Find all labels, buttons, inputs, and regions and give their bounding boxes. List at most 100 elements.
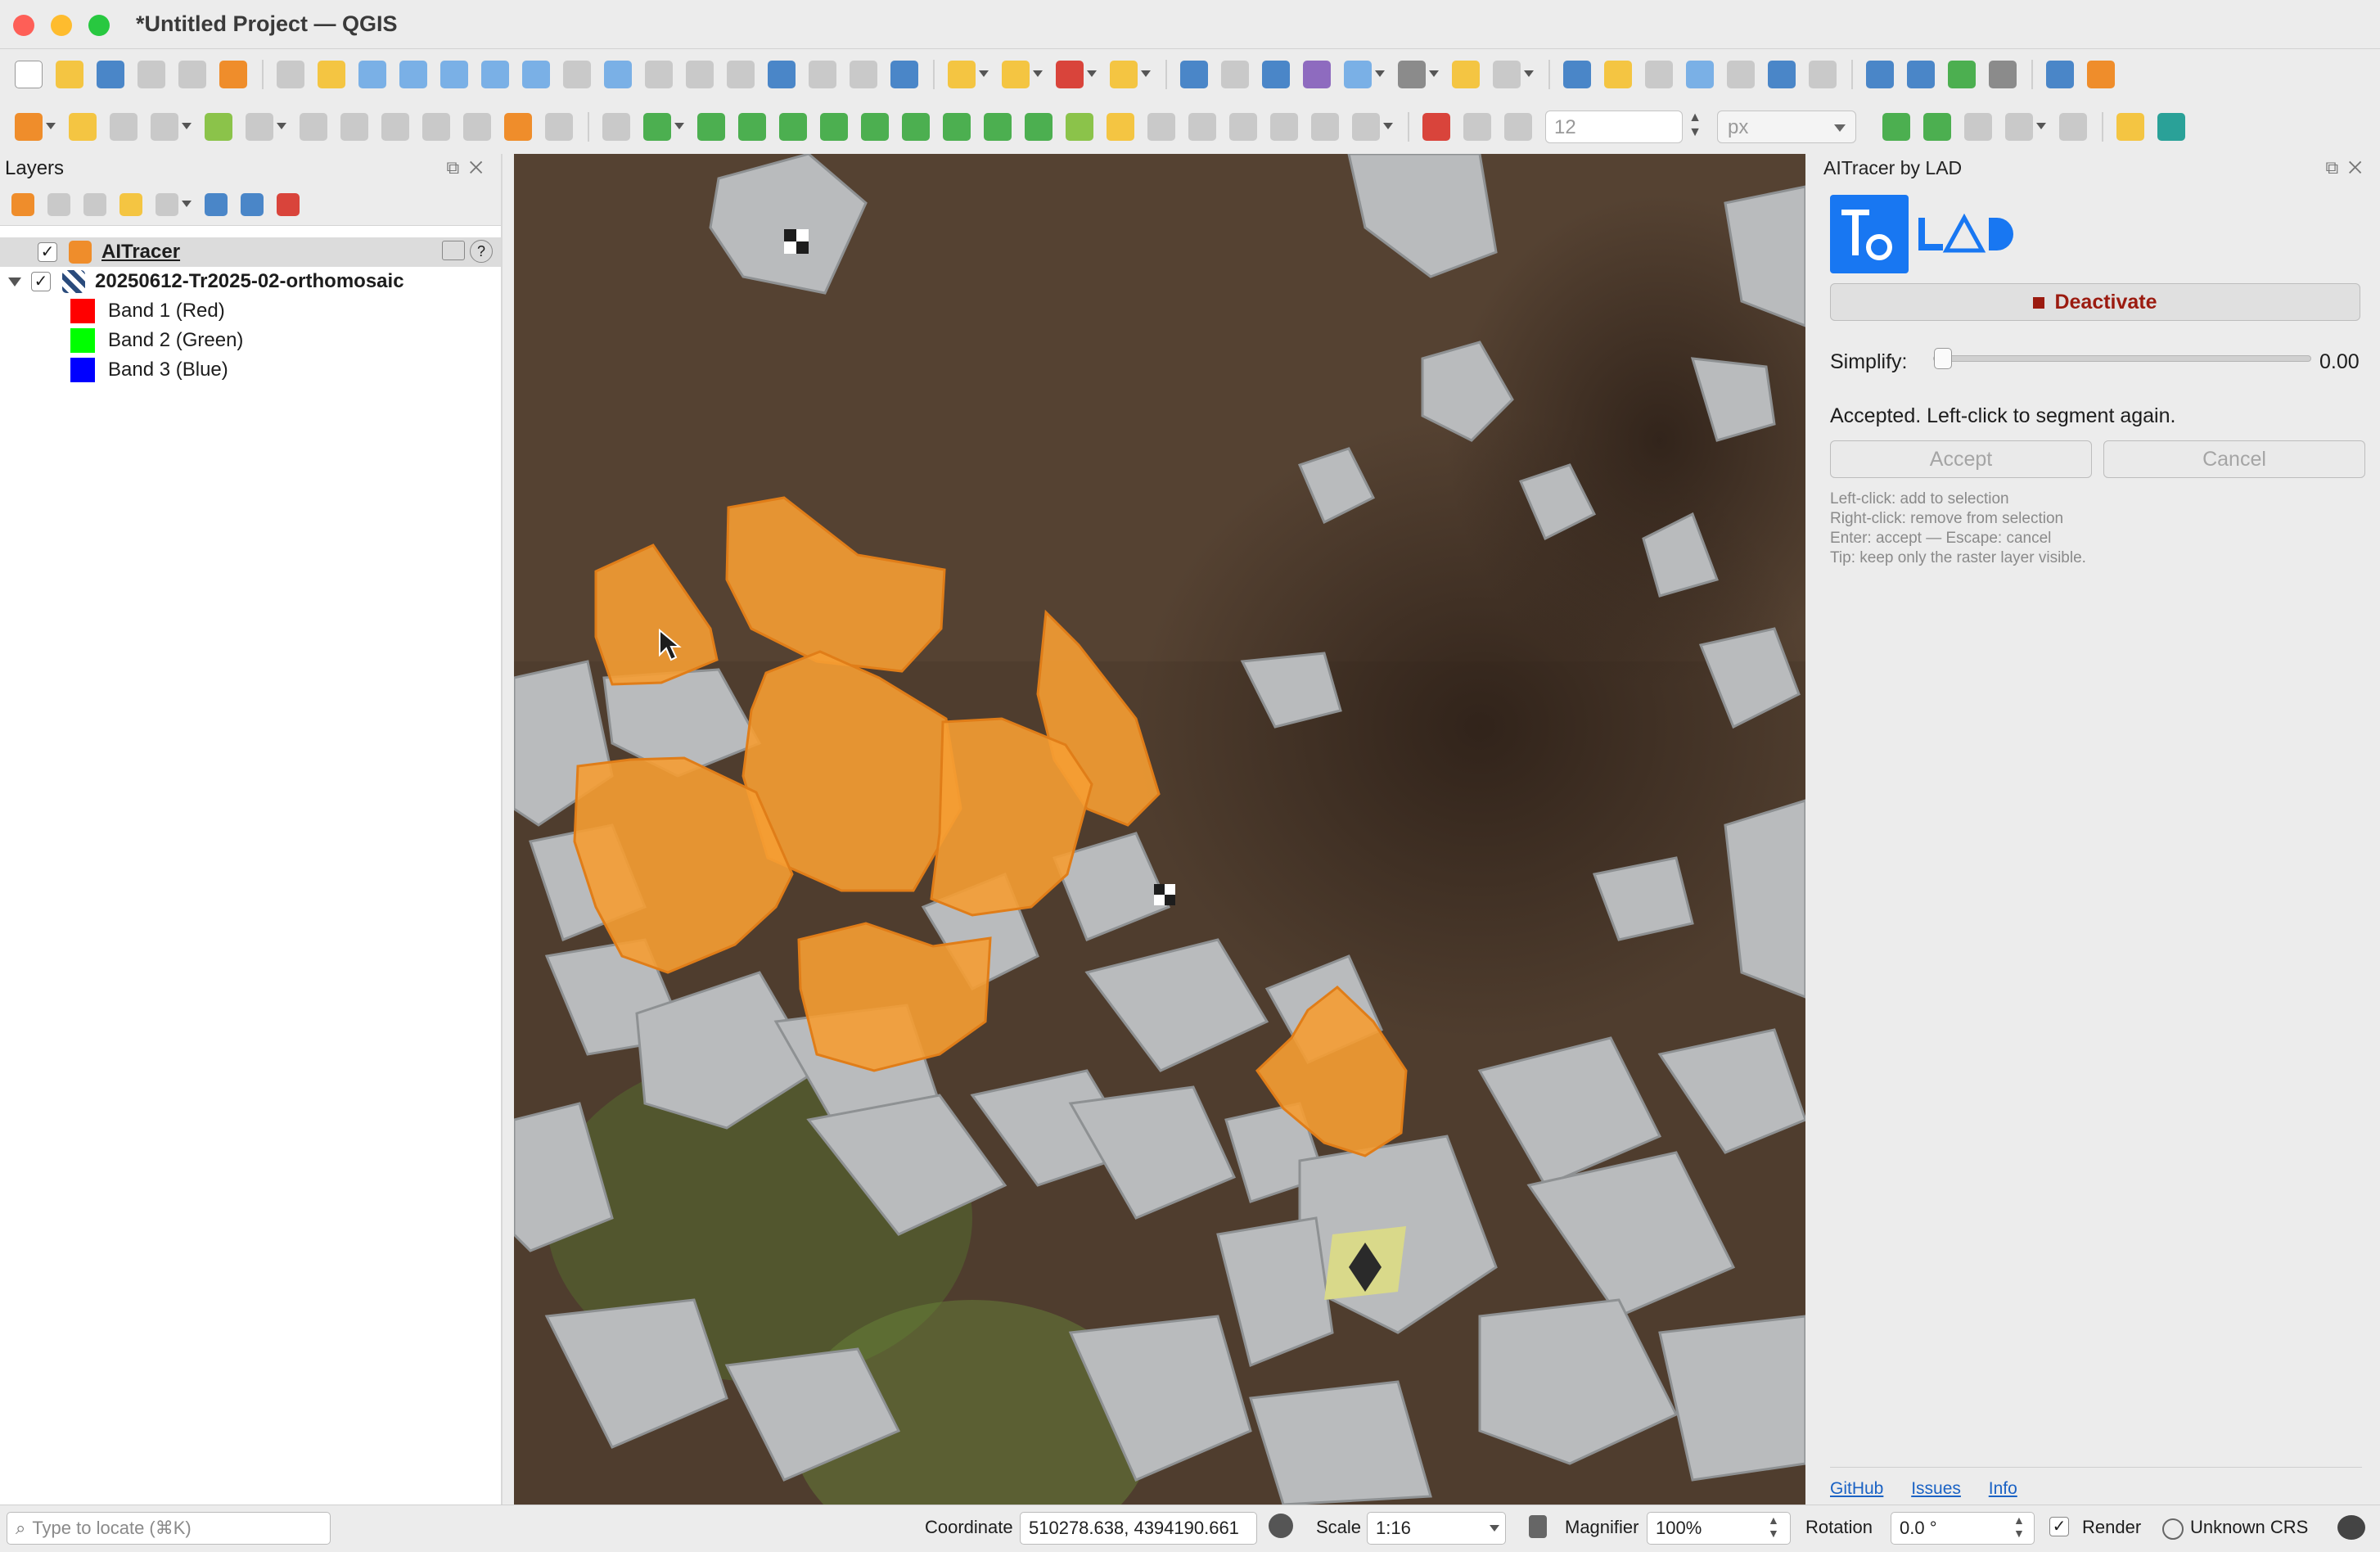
split-parts-icon[interactable] xyxy=(984,113,1012,141)
chevron-down-icon[interactable] xyxy=(1375,70,1385,79)
zoom-out-icon[interactable] xyxy=(399,61,427,88)
remove-layer-icon[interactable] xyxy=(277,192,300,216)
snap-tolerance-stepper[interactable]: ▲ ▼ xyxy=(1686,111,1704,143)
undo-icon[interactable] xyxy=(504,113,532,141)
crs-label[interactable]: Unknown CRS xyxy=(2190,1517,2308,1538)
simplify-slider[interactable] xyxy=(1933,348,2311,369)
zoom-to-layer-icon[interactable] xyxy=(522,61,550,88)
magnifier-stepper[interactable]: ▲ ▼ xyxy=(1768,1514,1779,1540)
map-canvas[interactable] xyxy=(514,154,1805,1505)
add-vector-layer-icon[interactable] xyxy=(1645,61,1673,88)
expand-all-icon[interactable] xyxy=(205,192,228,216)
add-group-icon[interactable] xyxy=(47,192,70,216)
add-polygon-icon[interactable] xyxy=(205,113,232,141)
data-source-manager-icon[interactable] xyxy=(1563,61,1591,88)
offset-curve-icon[interactable] xyxy=(902,113,930,141)
annotation-icon[interactable] xyxy=(1493,61,1521,88)
temporal-controller-icon[interactable] xyxy=(850,61,877,88)
rotate-feature-icon[interactable] xyxy=(1270,113,1298,141)
split-features-icon[interactable] xyxy=(943,113,971,141)
save-edits-icon[interactable] xyxy=(110,113,137,141)
simplify-icon[interactable] xyxy=(1147,113,1175,141)
new-map-view-icon[interactable] xyxy=(686,61,714,88)
layer-visibility-checkbox[interactable]: ✓ xyxy=(31,272,51,291)
select-features-icon[interactable] xyxy=(948,61,976,88)
chevron-down-icon[interactable] xyxy=(1429,70,1439,79)
chevron-down-icon[interactable] xyxy=(1033,70,1043,79)
panel-float-close-icon[interactable]: ⧉✕ xyxy=(2326,157,2372,178)
minimize-window-button[interactable] xyxy=(51,15,72,36)
self-snapping-icon[interactable] xyxy=(2005,113,2033,141)
pan-icon[interactable] xyxy=(277,61,304,88)
snap-units-select[interactable]: px xyxy=(1717,111,1856,143)
deselect-icon[interactable] xyxy=(1056,61,1084,88)
geoprocessing-icon[interactable] xyxy=(1948,61,1976,88)
select-location-icon[interactable] xyxy=(1110,61,1138,88)
add-ring-icon[interactable] xyxy=(643,113,671,141)
refresh-icon[interactable] xyxy=(890,61,918,88)
toggle-editing-icon[interactable] xyxy=(69,113,97,141)
chevron-down-icon[interactable] xyxy=(1087,70,1097,79)
rotate-point-icon[interactable] xyxy=(1107,113,1134,141)
manage-visibility-icon[interactable] xyxy=(83,192,106,216)
github-link[interactable]: GitHub xyxy=(1830,1479,1883,1498)
layer-visibility-checkbox[interactable]: ✓ xyxy=(38,242,57,262)
layer-row-aitracer[interactable]: ✓ AITracer ? xyxy=(0,237,501,267)
add-mesh-layer-icon[interactable] xyxy=(1727,61,1755,88)
snapping-magnet-icon[interactable] xyxy=(1422,113,1450,141)
digitize-icon[interactable] xyxy=(151,113,178,141)
snapping-mode-icon[interactable] xyxy=(1504,113,1532,141)
web-service-icon[interactable] xyxy=(1866,61,1894,88)
web-map-icon[interactable] xyxy=(1907,61,1935,88)
save-as-icon[interactable] xyxy=(137,61,165,88)
add-wms-layer-icon[interactable] xyxy=(1768,61,1796,88)
pan-to-selection-icon[interactable] xyxy=(318,61,345,88)
move-feature-icon[interactable] xyxy=(1229,113,1257,141)
collapse-all-icon[interactable] xyxy=(241,192,264,216)
help-icon[interactable]: ? xyxy=(470,240,493,263)
plugin-manager-icon[interactable] xyxy=(1989,61,2017,88)
redo-icon[interactable] xyxy=(545,113,573,141)
add-vertex-icon[interactable] xyxy=(1188,113,1216,141)
merge-attributes-icon[interactable] xyxy=(1066,113,1093,141)
chevron-down-icon[interactable] xyxy=(1383,123,1393,131)
statistics-icon[interactable] xyxy=(1303,61,1331,88)
chevron-down-icon[interactable] xyxy=(46,123,56,131)
zoom-full-icon[interactable] xyxy=(440,61,468,88)
toggle-extents-icon[interactable] xyxy=(1269,1514,1293,1538)
new-geopackage-icon[interactable] xyxy=(1604,61,1632,88)
new-bookmark-icon[interactable] xyxy=(768,61,796,88)
print-layout-icon[interactable] xyxy=(178,61,206,88)
add-raster-layer-icon[interactable] xyxy=(1686,61,1714,88)
open-table-icon[interactable] xyxy=(1344,61,1372,88)
zoom-native-icon[interactable] xyxy=(563,61,591,88)
save-project-icon[interactable] xyxy=(97,61,124,88)
info-link[interactable]: Info xyxy=(1989,1479,2017,1498)
filter-expression-icon[interactable] xyxy=(156,192,178,216)
attribute-table-icon[interactable] xyxy=(1221,61,1249,88)
add-part-icon[interactable] xyxy=(697,113,725,141)
rotation-stepper[interactable]: ▲ ▼ xyxy=(2013,1514,2025,1540)
reverse-line-icon[interactable] xyxy=(1352,113,1380,141)
add-wfs-layer-icon[interactable] xyxy=(1809,61,1837,88)
cancel-button[interactable]: Cancel xyxy=(2103,440,2365,478)
delete-selected-icon[interactable] xyxy=(340,113,368,141)
select-by-value-icon[interactable] xyxy=(1002,61,1030,88)
new-project-icon[interactable] xyxy=(15,61,43,88)
intersection-snapping-icon[interactable] xyxy=(2059,113,2087,141)
chevron-down-icon[interactable] xyxy=(1490,1525,1499,1532)
maximize-window-button[interactable] xyxy=(88,15,110,36)
locator-search-input[interactable]: ⌕ Type to locate (⌘K) xyxy=(7,1512,331,1545)
merge-features-icon[interactable] xyxy=(1025,113,1053,141)
topological-editing-icon[interactable] xyxy=(1923,113,1951,141)
layer-styling-icon[interactable] xyxy=(11,192,34,216)
style-manager-icon[interactable] xyxy=(219,61,247,88)
avoid-overlap-icon[interactable] xyxy=(1964,113,1992,141)
chevron-down-icon[interactable] xyxy=(1141,70,1151,79)
layer-row-orthomosaic[interactable]: ✓ 20250612-Tr2025-02-orthomosaic xyxy=(0,267,501,296)
fill-ring-icon[interactable] xyxy=(738,113,766,141)
panel-float-close-icon[interactable]: ⧉✕ xyxy=(447,157,493,178)
render-checkbox[interactable]: ✓ xyxy=(2049,1517,2069,1536)
lock-scale-icon[interactable] xyxy=(1529,1515,1547,1538)
reshape-icon[interactable] xyxy=(861,113,889,141)
